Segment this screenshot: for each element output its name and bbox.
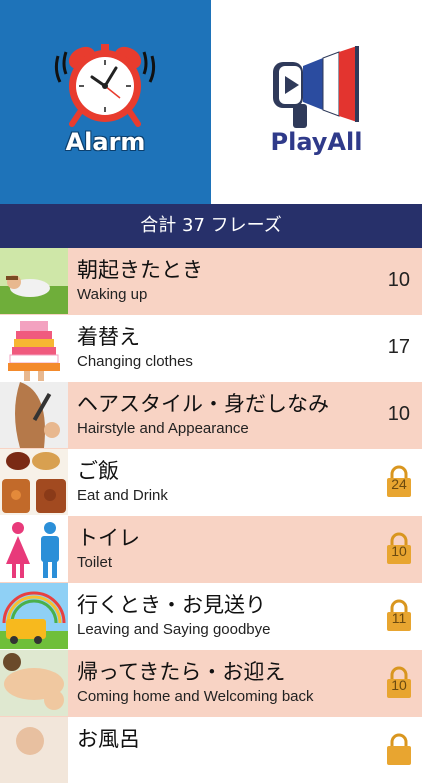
list-item[interactable]: 朝起きたとき Waking up 10 — [0, 248, 422, 315]
waking-up-thumbnail — [0, 248, 68, 314]
school-bus-thumbnail — [0, 583, 68, 649]
category-title: 朝起きたとき — [77, 258, 203, 282]
category-title: 帰ってきたら・お迎え — [77, 660, 286, 684]
list-item[interactable]: お風呂 — [0, 717, 422, 784]
category-title: お風呂 — [77, 727, 140, 751]
list-item[interactable]: 帰ってきたら・お迎え Coming home and Welcoming bac… — [0, 650, 422, 717]
locked-phrase-count: 24 — [391, 476, 407, 492]
lock-icon: 24 — [386, 464, 412, 498]
category-subtitle: Changing clothes — [77, 353, 193, 370]
toilet-thumbnail — [0, 516, 68, 582]
list-item[interactable]: ヘアスタイル・身だしなみ Hairstyle and Appearance 10 — [0, 382, 422, 449]
play-all-button[interactable]: PlayAll — [211, 0, 422, 204]
alarm-label: Alarm — [65, 128, 146, 156]
locked-phrase-count: 10 — [391, 543, 407, 559]
category-subtitle: Coming home and Welcoming back — [77, 688, 314, 705]
category-subtitle: Toilet — [77, 554, 113, 571]
changing-clothes-thumbnail — [0, 315, 68, 381]
category-subtitle: Hairstyle and Appearance — [77, 420, 249, 437]
lock-icon — [386, 732, 412, 766]
category-title: 着替え — [77, 325, 140, 349]
list-item[interactable]: 行くとき・お見送り Leaving and Saying goodbye 11 — [0, 583, 422, 650]
category-title: 行くとき・お見送り — [77, 593, 266, 617]
list-item[interactable]: ご飯 Eat and Drink 24 — [0, 449, 422, 516]
lock-icon: 10 — [386, 531, 412, 565]
megaphone-icon — [273, 46, 359, 128]
category-title: ご飯 — [77, 459, 119, 483]
category-list: 朝起きたとき Waking up 10 着替え Changing clothes… — [0, 248, 422, 784]
category-title: ヘアスタイル・身だしなみ — [77, 392, 329, 416]
welcoming-thumbnail — [0, 650, 68, 716]
category-subtitle: Eat and Drink — [77, 487, 168, 504]
phrase-total-header: 合計 37 フレーズ — [0, 204, 422, 248]
category-subtitle: Leaving and Saying goodbye — [77, 621, 271, 638]
top-panel: Alarm PlayAll — [0, 0, 422, 204]
locked-phrase-count: 10 — [391, 677, 407, 693]
locked-phrase-count: 11 — [391, 610, 407, 626]
bath-thumbnail — [0, 717, 68, 783]
lock-icon: 10 — [386, 665, 412, 699]
play-all-label: PlayAll — [270, 128, 363, 156]
phrase-count: 17 — [387, 336, 410, 358]
lock-icon: 11 — [386, 598, 412, 632]
hairstyle-thumbnail — [0, 382, 68, 448]
category-subtitle: Waking up — [77, 286, 148, 303]
phrase-count: 10 — [387, 403, 410, 425]
alarm-clock-icon — [54, 44, 156, 127]
category-title: トイレ — [77, 526, 140, 550]
list-item[interactable]: 着替え Changing clothes 17 — [0, 315, 422, 382]
phrase-count: 10 — [387, 269, 410, 291]
list-item[interactable]: トイレ Toilet 10 — [0, 516, 422, 583]
alarm-button[interactable]: Alarm — [0, 0, 211, 204]
food-thumbnail — [0, 449, 68, 515]
